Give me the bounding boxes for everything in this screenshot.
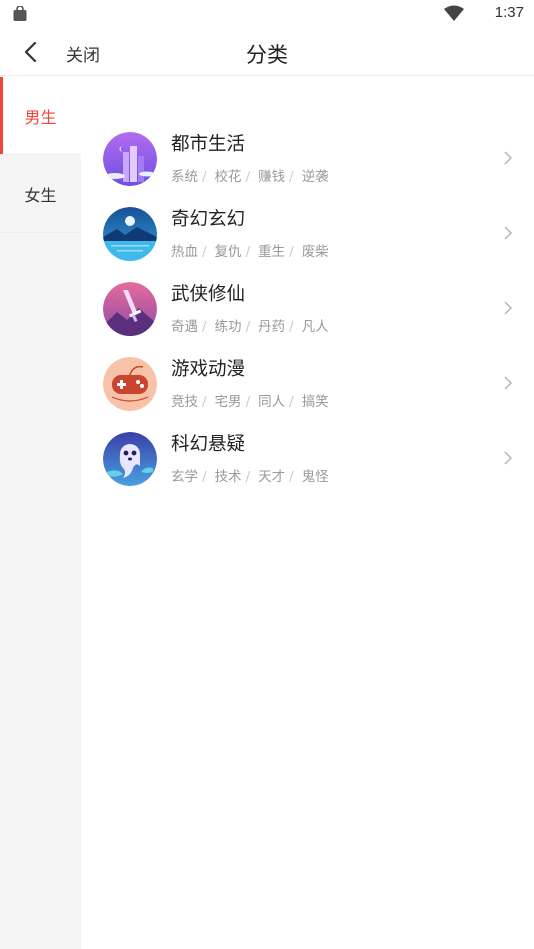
gender-sidebar: 男生 女生 xyxy=(0,77,81,949)
category-tags: 竞技 / 宅男 / 同人 / 搞笑 xyxy=(171,394,329,410)
gamepad-icon xyxy=(103,357,157,411)
category-list: 都市生活 系统 / 校花 / 赚钱 / 逆袭 奇幻玄幻 热血 / 复仇 / 重生 / 废柴 xyxy=(81,77,534,496)
category-tag: 宅男 xyxy=(214,394,242,410)
category-tag: 奇遇 xyxy=(171,319,198,335)
category-tag: 搞笑 xyxy=(301,394,329,410)
category-tag: 丹药 xyxy=(258,319,286,335)
category-tag: 玄学 xyxy=(171,469,198,485)
moonlit-lake-icon xyxy=(103,207,157,261)
category-tag: 练功 xyxy=(214,319,242,335)
category-tag: 同人 xyxy=(258,394,286,410)
category-tag: 热血 xyxy=(171,244,198,260)
category-item-martial-arts[interactable]: 武侠修仙 奇遇 / 练功 / 丹药 / 凡人 xyxy=(81,271,534,346)
chevron-right-icon xyxy=(504,376,513,390)
category-tags: 系统 / 校花 / 赚钱 / 逆袭 xyxy=(171,169,329,185)
category-tag: 技术 xyxy=(214,469,242,485)
category-tag: 凡人 xyxy=(301,319,329,335)
category-tag: 赚钱 xyxy=(258,169,286,185)
category-tag: 天才 xyxy=(258,469,286,485)
shopping-bag-icon xyxy=(13,6,27,21)
category-tag: 重生 xyxy=(258,244,286,260)
sidebar-item-label: 女生 xyxy=(24,185,57,205)
category-tag: 复仇 xyxy=(214,244,242,260)
chevron-right-icon xyxy=(504,226,513,240)
category-item-fantasy[interactable]: 奇幻玄幻 热血 / 复仇 / 重生 / 废柴 xyxy=(81,196,534,271)
city-skyline-icon xyxy=(103,132,157,186)
category-item-urban[interactable]: 都市生活 系统 / 校花 / 赚钱 / 逆袭 xyxy=(81,121,534,196)
chevron-right-icon xyxy=(504,301,513,315)
category-item-scifi-mystery[interactable]: 科幻悬疑 玄学 / 技术 / 天才 / 鬼怪 xyxy=(81,421,534,496)
sword-mountain-icon xyxy=(103,282,157,336)
category-tag: 校花 xyxy=(214,169,242,185)
chevron-right-icon xyxy=(504,151,513,165)
ghost-icon xyxy=(103,432,157,486)
category-tags: 奇遇 / 练功 / 丹药 / 凡人 xyxy=(171,319,329,335)
status-bar: 1:37 xyxy=(0,0,534,28)
category-tag: 竞技 xyxy=(171,394,198,410)
status-time: 1:37 xyxy=(494,4,524,21)
sidebar-item-female[interactable]: 女生 xyxy=(0,155,81,233)
category-tag: 逆袭 xyxy=(301,169,329,185)
sidebar-item-male[interactable]: 男生 xyxy=(0,77,81,155)
chevron-right-icon xyxy=(504,451,513,465)
category-tag: 鬼怪 xyxy=(301,469,329,485)
category-item-games-anime[interactable]: 游戏动漫 竞技 / 宅男 / 同人 / 搞笑 xyxy=(81,346,534,421)
sidebar-item-label: 男生 xyxy=(24,107,57,127)
wifi-icon xyxy=(444,5,464,21)
top-nav-bar: 关闭 分类 xyxy=(0,28,534,76)
category-name: 游戏动漫 xyxy=(171,359,246,380)
category-tag: 废柴 xyxy=(301,244,329,260)
category-tags: 热血 / 复仇 / 重生 / 废柴 xyxy=(171,244,329,260)
back-button[interactable] xyxy=(16,38,44,66)
category-tag: 系统 xyxy=(171,169,198,185)
category-name: 奇幻玄幻 xyxy=(171,209,246,230)
category-name: 科幻悬疑 xyxy=(171,434,246,455)
category-name: 武侠修仙 xyxy=(171,284,246,305)
category-name: 都市生活 xyxy=(171,134,246,155)
chevron-left-icon xyxy=(24,41,37,63)
close-button[interactable]: 关闭 xyxy=(66,41,100,66)
category-tags: 玄学 / 技术 / 天才 / 鬼怪 xyxy=(171,469,329,485)
